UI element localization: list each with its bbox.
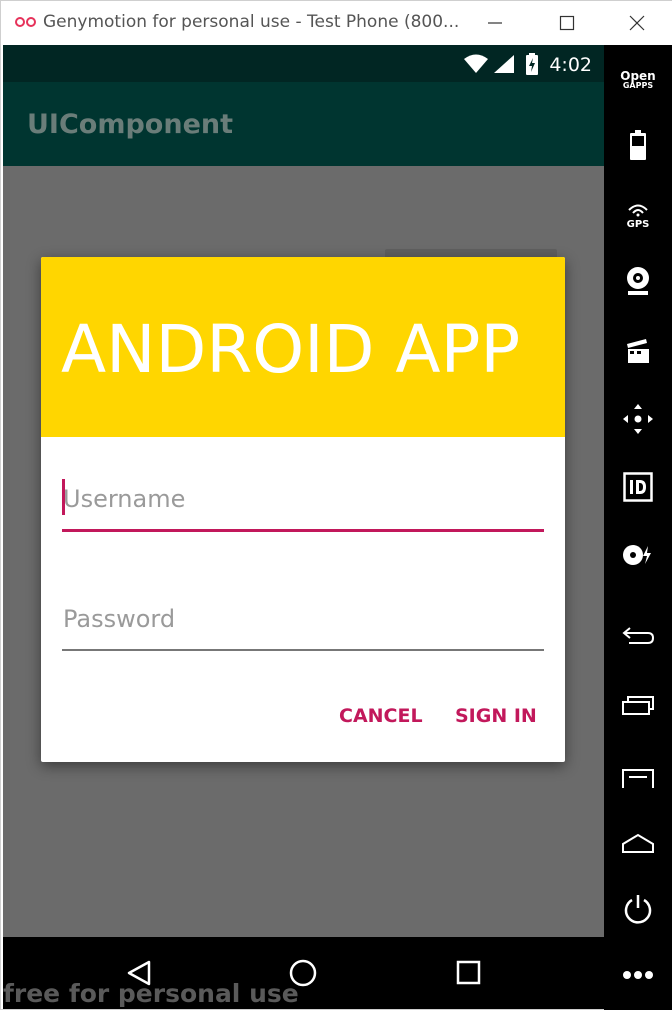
app-toolbar: UIComponent: [3, 82, 604, 166]
capture-button[interactable]: [604, 331, 672, 371]
device-id-button[interactable]: [604, 467, 672, 507]
power-icon: [624, 895, 652, 924]
dpad-button[interactable]: [604, 399, 672, 439]
opengapps-line1: Open: [620, 69, 656, 83]
dpad-icon: [623, 404, 653, 434]
minimize-icon: [488, 22, 502, 24]
cancel-button[interactable]: CANCEL: [339, 705, 423, 727]
status-bar: 4:02: [3, 45, 604, 82]
emulator-window: Genymotion for personal use - Test Phone…: [0, 0, 672, 1010]
genymotion-sidebar: Open GAPPS GPS: [604, 45, 672, 1010]
dialog-title: ANDROID APP: [61, 311, 521, 388]
gps-label: GPS: [626, 219, 650, 230]
maximize-button[interactable]: [547, 7, 587, 39]
battery-widget-icon: [630, 130, 646, 160]
signal-icon: [494, 55, 514, 73]
wifi-icon: [464, 54, 488, 73]
recent-apps-icon: [622, 696, 654, 715]
battery-icon: [526, 53, 538, 75]
title-bar: Genymotion for personal use - Test Phone…: [1, 1, 672, 45]
password-input[interactable]: [62, 593, 544, 645]
gps-button[interactable]: GPS: [604, 195, 672, 245]
menu-button[interactable]: [604, 757, 672, 797]
more-button[interactable]: [604, 955, 672, 995]
webcam-button[interactable]: [604, 261, 672, 301]
minimize-button[interactable]: [475, 7, 515, 39]
phone-screen: 4:02 UIComponent ANDROID APP CANCEL SIGN…: [3, 45, 604, 937]
dialog-header: ANDROID APP: [41, 257, 565, 437]
status-time: 4:02: [549, 54, 592, 76]
back-button[interactable]: [604, 615, 672, 655]
genymotion-logo-icon: [15, 17, 36, 27]
clapperboard-icon: [627, 339, 649, 363]
sign-in-button[interactable]: SIGN IN: [455, 705, 537, 727]
home-button[interactable]: [604, 823, 672, 863]
username-field-container: [62, 473, 544, 533]
password-underline: [62, 649, 544, 651]
toolbar-title: UIComponent: [27, 109, 234, 140]
battery-widget-button[interactable]: [604, 125, 672, 165]
username-underline: [62, 529, 544, 532]
disk-icon: [623, 545, 651, 565]
close-button[interactable]: [617, 7, 657, 39]
password-field-container: [62, 593, 544, 653]
id-icon: [623, 472, 653, 502]
webcam-icon: [627, 267, 649, 295]
back-icon: [622, 627, 655, 644]
gps-icon: [628, 204, 648, 217]
opengapps-line2: GAPPS: [622, 81, 654, 90]
maximize-icon: [559, 15, 575, 31]
watermark-text: free for personal use: [3, 979, 299, 1008]
home-icon: [622, 833, 654, 853]
text-cursor: [62, 479, 65, 515]
opengapps-label: Open GAPPS: [620, 69, 656, 91]
recent-apps-button[interactable]: [604, 685, 672, 725]
login-dialog: ANDROID APP CANCEL SIGN IN: [41, 257, 565, 762]
window-title: Genymotion for personal use - Test Phone…: [43, 12, 460, 32]
power-button[interactable]: [604, 889, 672, 929]
username-input[interactable]: [62, 473, 544, 525]
close-icon: [629, 15, 645, 31]
nav-recent-icon[interactable]: [455, 959, 483, 987]
menu-icon: [622, 769, 654, 788]
more-icon: [623, 971, 653, 979]
opengapps-button[interactable]: Open GAPPS: [604, 61, 672, 101]
disk-button[interactable]: [604, 535, 672, 575]
